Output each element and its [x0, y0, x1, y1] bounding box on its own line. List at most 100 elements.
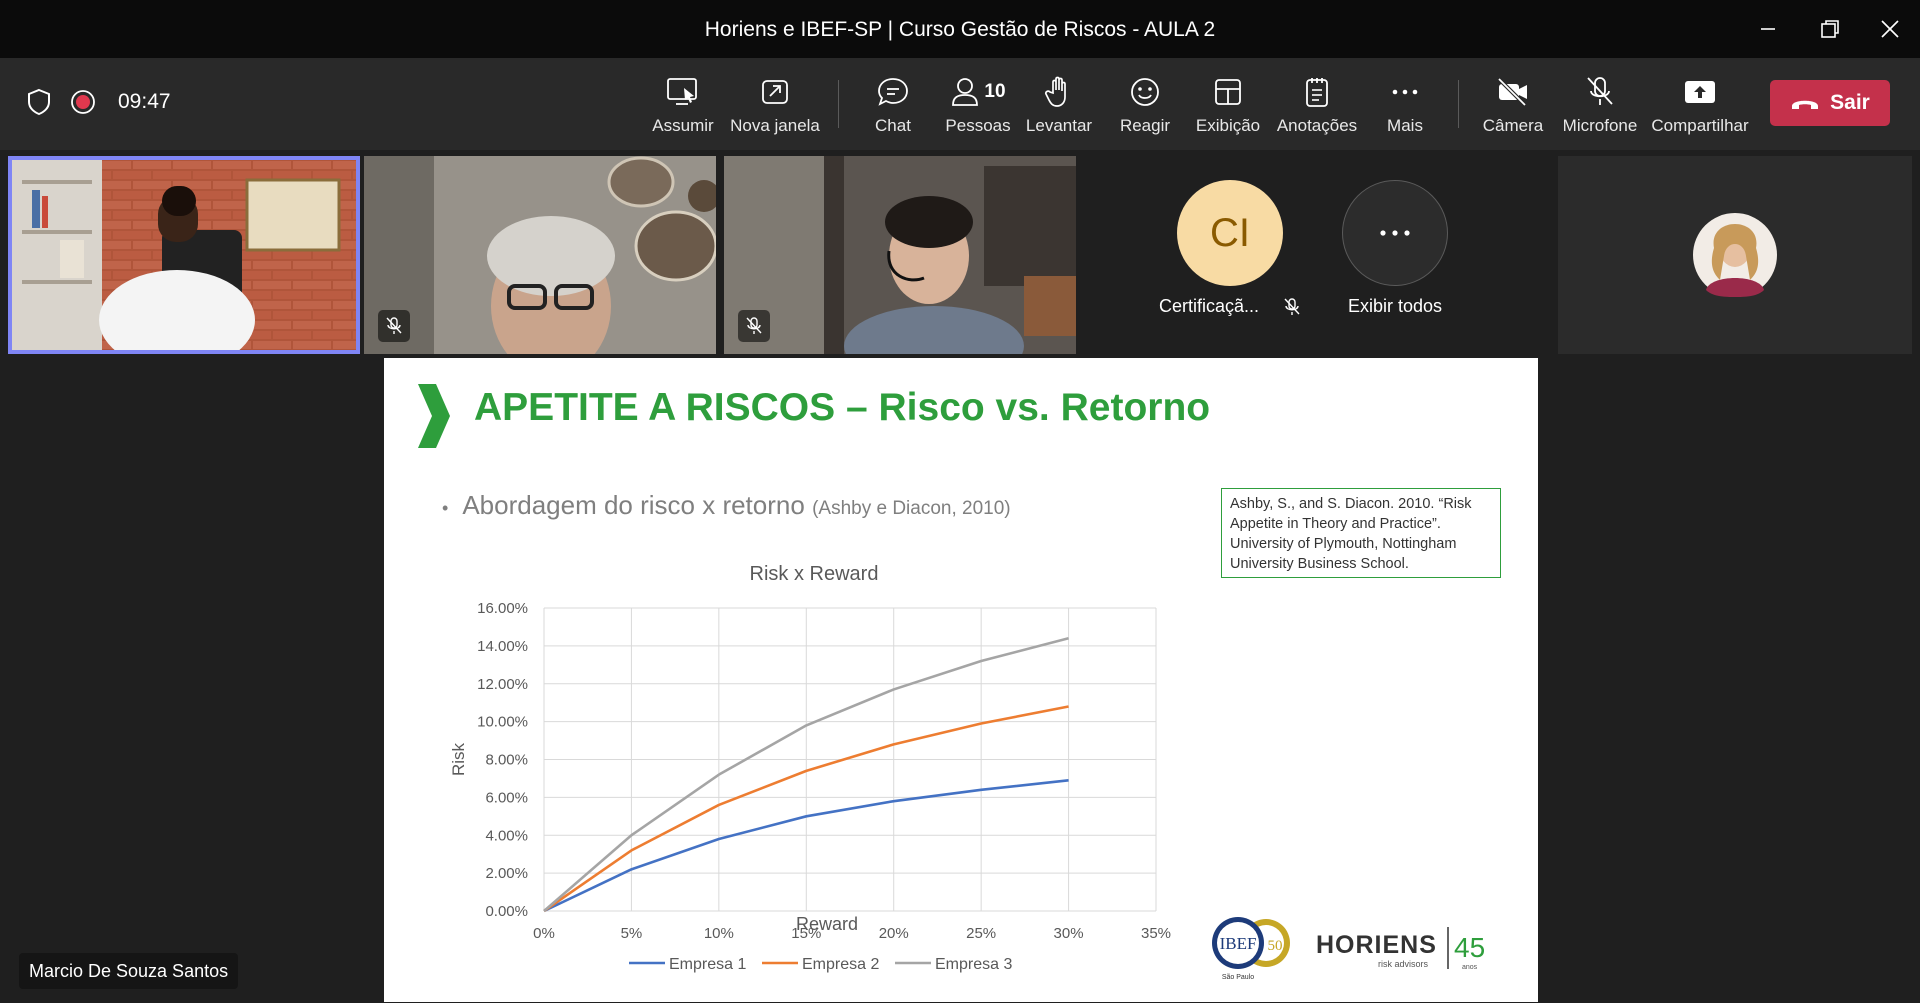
y-axis-label: Risk	[449, 742, 468, 776]
notes-button[interactable]: Anotações	[1276, 72, 1358, 142]
leave-button[interactable]: Sair	[1770, 80, 1890, 126]
x-tick-label: 0%	[533, 925, 555, 942]
close-button[interactable]	[1870, 12, 1910, 46]
more-label: Mais	[1387, 116, 1423, 135]
raise-hand-icon	[1044, 76, 1066, 107]
legend-label: Empresa 2	[802, 956, 879, 973]
people-count: 10	[984, 81, 1006, 102]
window-title: Horiens e IBEF-SP | Curso Gestão de Risc…	[704, 18, 1216, 41]
camera-label: Câmera	[1482, 116, 1544, 135]
minimize-icon	[1761, 28, 1775, 30]
y-tick-label: 14.00%	[477, 638, 528, 655]
pop-out-icon	[762, 80, 788, 104]
ibef-logo: IBEF 50 São Paulo	[1212, 917, 1290, 981]
x-tick-label: 10%	[704, 925, 734, 942]
chat-button[interactable]: Chat	[870, 72, 916, 142]
people-icon	[952, 78, 979, 106]
participant-video-3[interactable]	[724, 156, 1076, 354]
y-tick-label: 10.00%	[477, 714, 528, 731]
react-button[interactable]: Reagir	[1120, 72, 1170, 142]
layout-icon	[1215, 79, 1241, 105]
view-button[interactable]: Exibição	[1196, 72, 1260, 142]
react-label: Reagir	[1119, 116, 1171, 135]
participant-video-2[interactable]	[364, 156, 716, 354]
self-avatar	[1693, 213, 1777, 297]
participant-initials-avatar: CI	[1177, 180, 1283, 286]
new-window-button[interactable]: Nova janela	[730, 72, 820, 142]
x-tick-label: 25%	[966, 925, 996, 942]
mic-off-icon	[746, 317, 762, 334]
chart-legend: Empresa 1 Empresa 2 Empresa 3	[629, 956, 1012, 973]
camera-off-icon	[1497, 77, 1527, 107]
microphone-label: Microfone	[1562, 116, 1638, 135]
y-tick-label: 0.00%	[485, 903, 528, 920]
risk-reward-chart: Risk x Reward 0.00% 2.00% 4.00% 6.00% 8.00% 1…	[449, 563, 1171, 973]
microphone-button[interactable]: Microfone	[1560, 72, 1640, 142]
y-tick-label: 6.00%	[485, 789, 528, 806]
share-label: Compartilhar	[1651, 116, 1749, 135]
participant-initials-tile[interactable]: CI Certificaçã...	[1140, 180, 1320, 350]
self-view-tile[interactable]	[1558, 156, 1912, 354]
share-icon	[1685, 81, 1715, 103]
legend-label: Empresa 3	[935, 956, 1012, 973]
new-window-label: Nova janela	[730, 116, 820, 135]
minimize-button[interactable]	[1748, 12, 1788, 46]
participant-video-frame	[364, 156, 716, 354]
ibef-logo-number: 50	[1268, 938, 1283, 954]
x-tick-label: 5%	[621, 925, 643, 942]
horiens-logo-subtitle: risk advisors	[1378, 959, 1429, 969]
shield-icon[interactable]	[26, 88, 52, 116]
horiens-logo-years: 45	[1454, 932, 1485, 963]
chat-icon	[878, 78, 908, 106]
notes-label: Anotações	[1276, 116, 1358, 135]
reference-box: Ashby, S., and S. Diacon. 2010. “Risk Ap…	[1221, 488, 1501, 578]
recording-icon	[71, 90, 95, 114]
camera-button[interactable]: Câmera	[1482, 72, 1544, 142]
x-tick-label: 20%	[879, 925, 909, 942]
horiens-logo-years-subtitle: anos	[1462, 964, 1478, 971]
take-control-button[interactable]: Assumir	[650, 72, 716, 142]
ibef-logo-subtitle: São Paulo	[1222, 974, 1254, 981]
show-all-label: Exibir todos	[1347, 296, 1443, 316]
restore-icon	[1821, 20, 1839, 38]
mic-off-icon	[1284, 297, 1300, 315]
share-button[interactable]: Compartilhar	[1651, 72, 1749, 142]
y-tick-label: 4.00%	[485, 827, 528, 844]
mic-off-icon	[386, 317, 402, 334]
leave-label: Sair	[1830, 91, 1870, 114]
people-label: Pessoas	[945, 116, 1011, 135]
y-tick-label: 16.00%	[477, 600, 528, 617]
y-tick-label: 2.00%	[485, 865, 528, 882]
title-bar: Horiens e IBEF-SP | Curso Gestão de Risc…	[0, 0, 1920, 58]
smiley-icon	[1131, 78, 1159, 106]
show-all-participants-button[interactable]: Exibir todos	[1320, 180, 1470, 350]
y-axis-ticks: 0.00% 2.00% 4.00% 6.00% 8.00% 10.00% 12.00% 14.…	[477, 600, 528, 920]
more-icon	[1380, 230, 1410, 236]
participant-muted-indicator	[738, 310, 770, 342]
chart-title: Risk x Reward	[750, 563, 879, 585]
meeting-toolbar: 09:47 Assumir Nova janela Chat 10 Pessoa…	[0, 58, 1920, 150]
mic-off-icon	[1587, 77, 1613, 105]
raise-hand-button[interactable]: Levantar	[1026, 72, 1092, 142]
meeting-info: 09:47	[26, 88, 171, 116]
toolbar-divider	[1458, 80, 1459, 128]
y-tick-label: 12.00%	[477, 676, 528, 693]
participant-video-frame	[724, 156, 1076, 354]
people-button[interactable]: 10 Pessoas	[945, 72, 1011, 142]
view-label: Exibição	[1195, 116, 1261, 135]
x-axis-label: Reward	[796, 914, 858, 934]
participant-video-frame	[12, 160, 356, 350]
legend-label: Empresa 1	[669, 956, 746, 973]
take-control-label: Assumir	[652, 116, 714, 135]
participant-name: Certificaçã...	[1158, 296, 1260, 316]
raise-hand-label: Levantar	[1025, 116, 1093, 135]
take-control-icon	[667, 78, 697, 105]
ibef-logo-text: IBEF	[1220, 934, 1257, 953]
more-icon	[1392, 89, 1418, 95]
shared-presentation-slide[interactable]: APETITE A RISCOS – Risco vs. Retorno • Ab…	[384, 358, 1538, 1002]
participant-video-active-speaker[interactable]	[8, 156, 360, 354]
restore-button[interactable]	[1810, 12, 1850, 46]
more-button[interactable]: Mais	[1380, 72, 1430, 142]
close-icon	[1881, 20, 1899, 38]
active-speaker-name-chip: Marcio De Souza Santos	[19, 953, 239, 989]
